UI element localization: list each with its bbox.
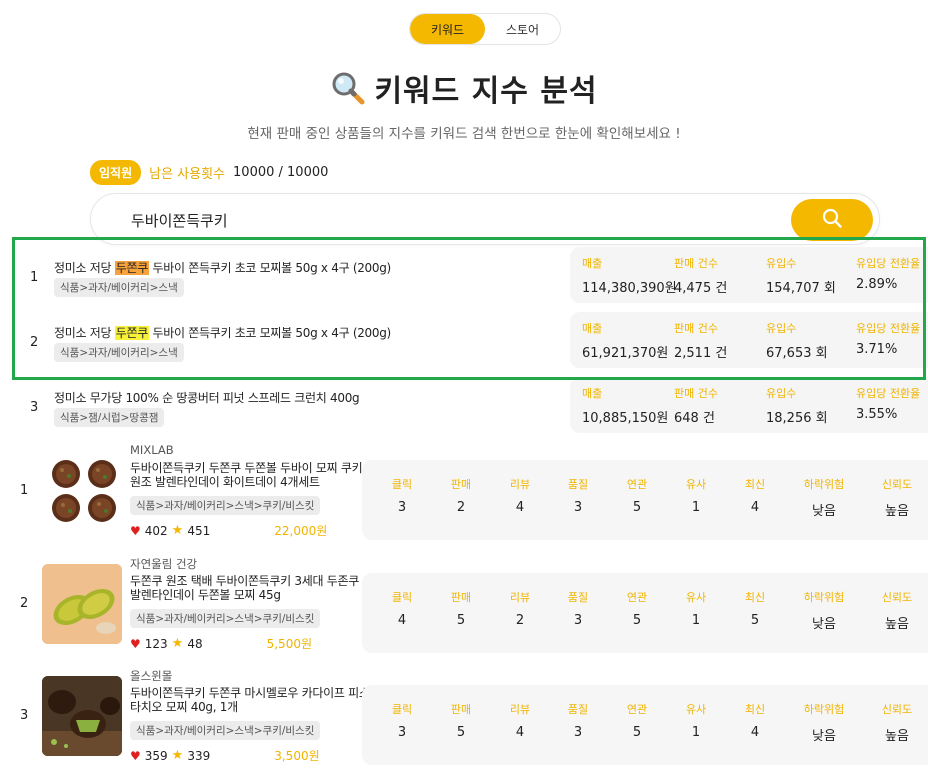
product-meta: ♥ 359 ★ 339 3,500원 xyxy=(130,747,320,764)
product-scores: 클릭 4 판매 5 리뷰 2 품질 3 연관 5 유사 1 최신 5 하락위험 낮음 신뢰도 높음 xyxy=(362,573,928,653)
conv-label: 유입당 전환율 xyxy=(856,322,921,335)
product-thumbnail[interactable] xyxy=(42,676,122,756)
sales-value: 114,380,390원 xyxy=(582,281,677,296)
highlighted-keyword: 두쫀쿠 xyxy=(114,261,149,275)
result-name[interactable]: 정미소 무가당 100% 순 땅콩버터 피넛 스프레드 크런치 400g xyxy=(54,389,360,406)
keyword-stats: 매출 114,380,390원 판매 건수 4,475 건 유입수 154,707 회… xyxy=(570,247,928,303)
likes-count: 359 xyxy=(144,748,168,763)
search-button[interactable] xyxy=(791,199,873,241)
store-name[interactable]: 자연울림 건강 xyxy=(130,556,197,572)
remaining-value: 10000 / 10000 xyxy=(233,165,329,180)
result-name[interactable]: 정미소 저당 두쫀쿠 두바이 쫀득쿠키 초코 모찌볼 50g x 4구 (200… xyxy=(54,324,391,341)
keyword-stats: 매출 10,885,150원 판매 건수 648 건 유입수 18,256 회 유입당… xyxy=(570,377,928,433)
remaining-label: 남은 사용횟수 xyxy=(149,167,226,182)
category-tag: 식품>과자/베이커리>스낵 xyxy=(54,278,184,297)
magnifier-icon xyxy=(330,70,366,106)
sales-value: 61,921,370원 xyxy=(582,346,669,361)
rating-count: 48 xyxy=(187,636,203,651)
likes-count: 123 xyxy=(144,636,168,651)
usage-info: 임직원 남은 사용횟수 10000 / 10000 xyxy=(90,160,328,185)
search-icon xyxy=(821,207,843,233)
sales-value: 10,885,150원 xyxy=(582,411,669,426)
highlighted-keyword: 두쫀쿠 xyxy=(114,326,149,340)
rating-count: 451 xyxy=(187,523,211,538)
sales-label: 매출 xyxy=(582,387,603,400)
count-label: 판매 건수 xyxy=(674,387,718,400)
product-rank: 1 xyxy=(20,483,29,498)
conv-value: 3.55% xyxy=(856,407,898,422)
conv-label: 유입당 전환율 xyxy=(856,257,921,270)
product-row[interactable]: 2 자연울림 건강 두쫀쿠 원조 택배 두바이쫀득쿠키 3세대 두존쿠 발렌타인… xyxy=(0,553,928,665)
heart-icon: ♥ xyxy=(130,523,141,538)
keyword-result-row[interactable]: 1 정미소 저당 두쫀쿠 두바이 쫀득쿠키 초코 모찌볼 50g x 4구 (2… xyxy=(0,244,928,306)
role-badge: 임직원 xyxy=(90,160,142,185)
category-tag: 식품>과자/베이커리>스낵>쿠키/비스킷 xyxy=(130,609,321,628)
tab-keyword[interactable]: 키워드 xyxy=(410,14,485,44)
star-icon: ★ xyxy=(171,748,184,763)
inflow-label: 유입수 xyxy=(766,322,797,335)
store-name[interactable]: 올스윈몰 xyxy=(130,668,172,684)
keyword-stats: 매출 61,921,370원 판매 건수 2,511 건 유입수 67,653 회 유… xyxy=(570,312,928,368)
inflow-value: 67,653 회 xyxy=(766,346,828,361)
product-scores: 클릭 3 판매 2 리뷰 4 품질 3 연관 5 유사 1 최신 4 하락위험 낮음 신뢰도 높음 xyxy=(362,460,928,540)
product-thumbnail[interactable] xyxy=(42,564,122,644)
conv-value: 2.89% xyxy=(856,277,898,292)
rating-count: 339 xyxy=(187,748,211,763)
product-name[interactable]: 두바이쫀득쿠키 두쫀쿠 마시멜로우 카다이프 피스타치오 모찌 40g, 1개 xyxy=(130,686,370,714)
product-name[interactable]: 두바이쫀득쿠키 두쫀쿠 두쫀볼 두바이 모찌 쿠키 원조 발렌타인데이 화이트데… xyxy=(130,461,370,489)
page-title: 키워드 지수 분석 xyxy=(374,74,598,109)
product-scores: 클릭 3 판매 5 리뷰 4 품질 3 연관 5 유사 1 최신 4 하락위험 낮음 신뢰도 높음 xyxy=(362,685,928,765)
mode-toggle: 키워드 스토어 xyxy=(409,13,561,45)
inflow-label: 유입수 xyxy=(766,257,797,270)
search-bar xyxy=(90,193,880,245)
sales-label: 매출 xyxy=(582,257,603,270)
product-row[interactable]: 3 올스윈몰 두바이쫀득쿠키 두쫀쿠 마시멜로우 카다이프 피스타치오 모찌 4… xyxy=(0,665,928,770)
conv-value: 3.71% xyxy=(856,342,898,357)
result-rank: 1 xyxy=(30,270,39,285)
count-value: 4,475 건 xyxy=(674,281,728,296)
conv-label: 유입당 전환율 xyxy=(856,387,921,400)
product-rank: 2 xyxy=(20,596,29,611)
tab-store[interactable]: 스토어 xyxy=(485,14,560,44)
product-price: 22,000원 xyxy=(274,524,328,538)
category-tag: 식품>잼/시럽>땅콩잼 xyxy=(54,408,165,427)
product-name[interactable]: 두쫀쿠 원조 택배 두바이쫀득쿠키 3세대 두존쿠 발렌타인데이 두쫀볼 모찌 … xyxy=(130,574,370,602)
star-icon: ★ xyxy=(171,636,184,651)
sales-label: 매출 xyxy=(582,322,603,335)
count-value: 648 건 xyxy=(674,411,715,426)
category-tag: 식품>과자/베이커리>스낵 xyxy=(54,343,184,362)
inflow-label: 유입수 xyxy=(766,387,797,400)
heart-icon: ♥ xyxy=(130,748,141,763)
product-row[interactable]: 1 MIXLAB 두바이쫀득쿠키 두쫀쿠 두쫀볼 두바이 모찌 쿠키 원조 발렌… xyxy=(0,440,928,552)
page-subtitle: 현재 판매 중인 상품들의 지수를 키워드 검색 한번으로 한눈에 확인해보세요… xyxy=(247,126,681,142)
product-meta: ♥ 402 ★ 451 22,000원 xyxy=(130,522,327,539)
inflow-value: 18,256 회 xyxy=(766,411,828,426)
result-name[interactable]: 정미소 저당 두쫀쿠 두바이 쫀득쿠키 초코 모찌볼 50g x 4구 (200… xyxy=(54,259,391,276)
count-label: 판매 건수 xyxy=(674,257,718,270)
store-name[interactable]: MIXLAB xyxy=(130,443,174,457)
product-thumbnail[interactable] xyxy=(48,458,122,524)
count-label: 판매 건수 xyxy=(674,322,718,335)
product-rank: 3 xyxy=(20,708,29,723)
keyword-result-row[interactable]: 2 정미소 저당 두쫀쿠 두바이 쫀득쿠키 초코 모찌볼 50g x 4구 (2… xyxy=(0,309,928,371)
product-price: 3,500원 xyxy=(274,749,320,763)
result-rank: 2 xyxy=(30,335,39,350)
category-tag: 식품>과자/베이커리>스낵>쿠키/비스킷 xyxy=(130,721,321,740)
star-icon: ★ xyxy=(171,523,184,538)
inflow-value: 154,707 회 xyxy=(766,281,836,296)
heart-icon: ♥ xyxy=(130,636,141,651)
likes-count: 402 xyxy=(144,523,168,538)
category-tag: 식품>과자/베이커리>스낵>쿠키/비스킷 xyxy=(130,496,321,515)
count-value: 2,511 건 xyxy=(674,346,728,361)
keyword-result-row[interactable]: 3 정미소 무가당 100% 순 땅콩버터 피넛 스프레드 크런치 400g 식… xyxy=(0,374,928,436)
product-price: 5,500원 xyxy=(266,637,313,651)
product-meta: ♥ 123 ★ 48 5,500원 xyxy=(130,635,312,652)
search-input[interactable] xyxy=(131,206,731,234)
page-title-wrap: 키워드 지수 분석 xyxy=(0,66,928,110)
result-rank: 3 xyxy=(30,400,39,415)
